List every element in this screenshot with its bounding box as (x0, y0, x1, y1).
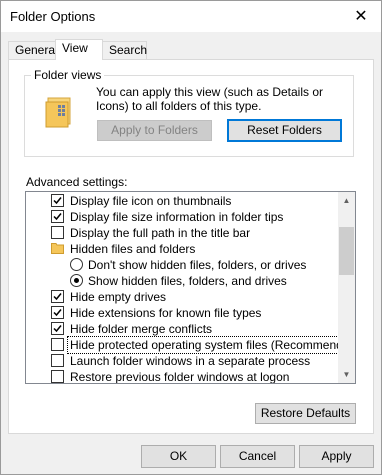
checkbox-checked[interactable] (51, 290, 64, 303)
title-bar: Folder Options ✕ (1, 1, 381, 32)
checkbox-unchecked[interactable] (51, 338, 64, 351)
folder-views-label: Folder views (31, 68, 105, 82)
advanced-settings-tree[interactable]: Display file icon on thumbnails Display … (25, 191, 356, 384)
radio-unselected[interactable] (70, 258, 83, 271)
radio-selected[interactable] (70, 274, 83, 287)
checkbox-checked[interactable] (51, 322, 64, 335)
advanced-settings-label: Advanced settings: (26, 175, 128, 189)
setting-label: Hide empty drives (70, 290, 167, 304)
vertical-scrollbar[interactable]: ▲ ▼ (338, 192, 355, 383)
cancel-button[interactable]: Cancel (220, 445, 295, 468)
setting-show-hidden-files[interactable]: Show hidden files, folders, and drives (26, 273, 338, 289)
setting-label: Launch folder windows in a separate proc… (70, 354, 311, 368)
tab-search[interactable]: Search (102, 41, 147, 59)
setting-display-file-size-information[interactable]: Display file size information in folder … (26, 209, 338, 225)
restore-defaults-button[interactable]: Restore Defaults (255, 403, 356, 424)
setting-hide-protected-os-files[interactable]: Hide protected operating system files (R… (26, 336, 355, 354)
tab-view[interactable]: View (55, 39, 103, 60)
setting-display-file-icon-on-thumbnails[interactable]: Display file icon on thumbnails (26, 193, 338, 209)
checkbox-checked[interactable] (51, 194, 64, 207)
ok-button[interactable]: OK (141, 445, 216, 468)
window-title: Folder Options (10, 9, 96, 24)
scroll-down-icon[interactable]: ▼ (338, 366, 355, 383)
folder-options-window: Folder Options ✕ General View Search Fol… (0, 0, 382, 475)
setting-hide-folder-merge-conflicts[interactable]: Hide folder merge conflicts (26, 321, 338, 337)
checkbox-checked[interactable] (51, 210, 64, 223)
checkbox-unchecked[interactable] (51, 370, 64, 383)
setting-launch-separate-process[interactable]: Launch folder windows in a separate proc… (26, 353, 338, 369)
setting-label: Hide protected operating system files (R… (66, 336, 355, 354)
setting-label: Display the full path in the title bar (70, 226, 251, 240)
setting-group-hidden-files-and-folders: Hidden files and folders (26, 241, 338, 257)
setting-hide-extensions[interactable]: Hide extensions for known file types (26, 305, 338, 321)
checkbox-checked[interactable] (51, 306, 64, 319)
reset-folders-button[interactable]: Reset Folders (227, 119, 342, 142)
setting-label: Hide folder merge conflicts (70, 322, 213, 336)
setting-label: Hidden files and folders (70, 242, 196, 256)
radio-dot (74, 278, 79, 283)
setting-label: Don't show hidden files, folders, or dri… (88, 258, 307, 272)
folder-views-icon (45, 96, 75, 128)
apply-to-folders-button[interactable]: Apply to Folders (97, 120, 212, 141)
checkbox-unchecked[interactable] (51, 226, 64, 239)
folder-views-description: You can apply this view (such as Details… (96, 85, 324, 113)
setting-label: Restore previous folder windows at logon (70, 370, 290, 384)
setting-label: Show hidden files, folders, and drives (88, 274, 287, 288)
scrollbar-thumb[interactable] (339, 227, 354, 275)
apply-button[interactable]: Apply (299, 445, 374, 468)
setting-hide-empty-drives[interactable]: Hide empty drives (26, 289, 338, 305)
setting-dont-show-hidden-files[interactable]: Don't show hidden files, folders, or dri… (26, 257, 338, 273)
setting-label: Hide extensions for known file types (70, 306, 262, 320)
setting-label: Display file size information in folder … (70, 210, 284, 224)
setting-display-full-path-in-title-bar[interactable]: Display the full path in the title bar (26, 225, 338, 241)
setting-restore-previous-windows[interactable]: Restore previous folder windows at logon (26, 369, 338, 384)
folder-icon (51, 242, 64, 254)
tab-general[interactable]: General (8, 41, 58, 59)
scroll-up-icon[interactable]: ▲ (338, 192, 355, 209)
setting-label: Display file icon on thumbnails (70, 194, 232, 208)
close-icon[interactable]: ✕ (341, 1, 381, 32)
checkbox-unchecked[interactable] (51, 354, 64, 367)
